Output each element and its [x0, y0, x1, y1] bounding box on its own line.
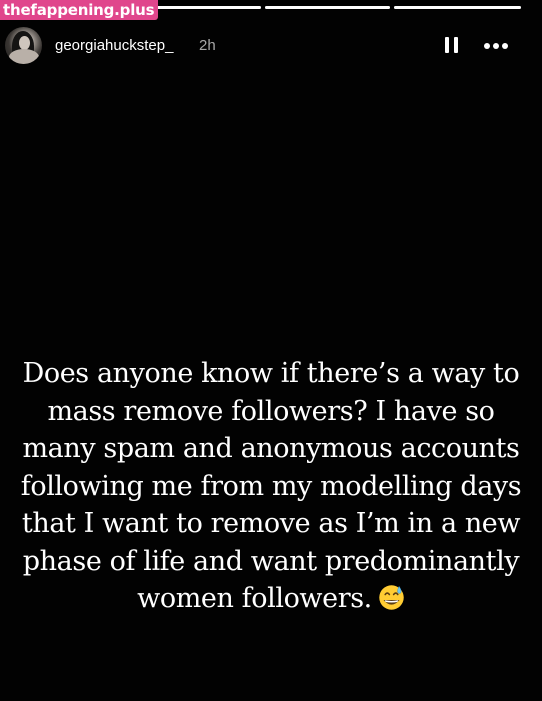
- avatar-face: [19, 36, 30, 50]
- progress-segment: [394, 6, 521, 9]
- username-link[interactable]: georgiahuckstep_: [55, 36, 173, 56]
- progress-fill: [265, 6, 390, 9]
- progress-fill: [394, 6, 521, 9]
- grinning-sweat-emoji-icon: [379, 585, 404, 610]
- story-text: Does anyone know if there’s a way to mas…: [20, 358, 522, 614]
- avatar-arm: [9, 49, 39, 64]
- avatar[interactable]: [5, 27, 42, 64]
- story-text-block: Does anyone know if there’s a way to mas…: [10, 355, 532, 618]
- story-header: georgiahuckstep_ 2h: [0, 26, 542, 66]
- progress-segment: [265, 6, 390, 9]
- story-viewer: thefappening.plus georgiahuckstep_ 2h Do…: [0, 0, 542, 701]
- pause-button[interactable]: [444, 35, 460, 57]
- story-timestamp: 2h: [199, 37, 216, 54]
- more-options-button[interactable]: [481, 35, 513, 57]
- watermark-label: thefappening.plus: [0, 0, 159, 20]
